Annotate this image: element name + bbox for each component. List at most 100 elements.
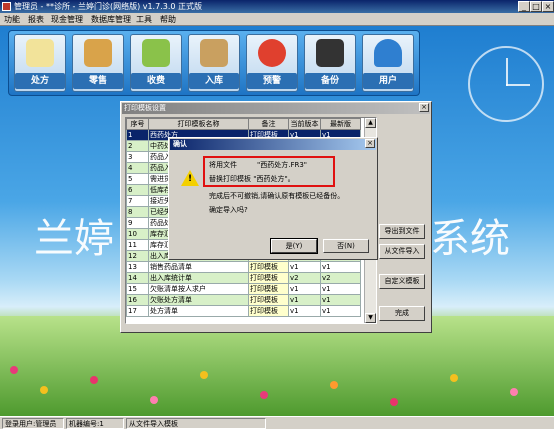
charge-button[interactable]: 收费 <box>130 34 182 92</box>
confirm-close-button[interactable]: × <box>365 139 375 148</box>
print-template-dialog-title: 打印模板设置 <box>122 103 430 114</box>
scroll-down-arrow-icon[interactable]: ▼ <box>365 313 376 323</box>
table-cell: v1 <box>288 283 321 295</box>
table-row[interactable]: 17 处方清单 打印模板 v1 v1 <box>126 305 361 317</box>
clock-decoration-icon <box>468 46 544 122</box>
table-cell: 9 <box>126 217 149 229</box>
alarm-clock-icon <box>258 39 286 67</box>
prescription-icon <box>26 39 54 67</box>
column-header-current-version[interactable]: 当前版本 <box>288 118 321 130</box>
table-cell: 打印模板 <box>248 261 289 273</box>
stock-in-label: 入库 <box>189 73 239 89</box>
table-cell: 销售药品清单 <box>148 261 249 273</box>
table-cell: v2 <box>320 272 361 284</box>
table-cell: 11 <box>126 239 149 251</box>
table-cell: v2 <box>288 272 321 284</box>
user-label: 用户 <box>363 73 413 89</box>
column-header-note[interactable]: 备注 <box>248 118 289 130</box>
table-row[interactable]: 14 出入库统计单 打印模板 v2 v2 <box>126 272 361 284</box>
stock-in-button[interactable]: 入库 <box>188 34 240 92</box>
table-cell: 打印模板 <box>248 294 289 306</box>
table-cell: 出入库统计单 <box>148 272 249 284</box>
table-cell: v1 <box>320 261 361 273</box>
main-toolbar: 处方 零售 收费 入库 预警 备份 用户 <box>8 30 420 96</box>
confirm-line3: 完成后不可撤销,请确认原有模板已经备份。 <box>209 192 345 200</box>
app-logo-icon <box>2 2 11 11</box>
table-row[interactable]: 13 销售药品清单 打印模板 v1 v1 <box>126 261 361 273</box>
table-cell: 打印模板 <box>248 272 289 284</box>
user-button[interactable]: 用户 <box>362 34 414 92</box>
table-cell: v1 <box>320 305 361 317</box>
prescription-button[interactable]: 处方 <box>14 34 66 92</box>
money-icon <box>142 39 170 67</box>
table-row[interactable]: 15 欠账清单按人求户 打印模板 v1 v1 <box>126 283 361 295</box>
table-cell: 15 <box>126 283 149 295</box>
background-brand-right: 系统 <box>430 216 510 262</box>
table-cell: v1 <box>320 283 361 295</box>
print-template-close-button[interactable]: × <box>419 103 429 112</box>
user-icon <box>374 39 402 67</box>
column-header-name[interactable]: 打印模板名称 <box>148 118 249 130</box>
menu-cash[interactable]: 现金管理 <box>51 14 83 25</box>
shopping-cart-icon <box>84 39 112 67</box>
table-cell: 6 <box>126 184 149 196</box>
menu-tools[interactable]: 工具 <box>136 14 152 25</box>
status-bar: 登录用户:管理员 机器编号:1 从文件导入模板 <box>0 416 554 429</box>
confirm-dialog: 确认 × ! 将用文件 "西药处方.FR3" 替换打印模板 "西药处方"。 完成… <box>168 137 378 260</box>
retail-label: 零售 <box>73 73 123 89</box>
table-cell: 2 <box>126 140 149 152</box>
column-header-index[interactable]: 序号 <box>126 118 149 130</box>
warning-mark: ! <box>188 174 193 184</box>
menu-report[interactable]: 报表 <box>28 14 44 25</box>
backup-label: 备份 <box>305 73 355 89</box>
minimize-button[interactable]: _ <box>518 1 530 12</box>
status-machine: 机器编号:1 <box>66 418 124 429</box>
no-button[interactable]: 否(N) <box>323 239 369 253</box>
done-button[interactable]: 完成 <box>379 306 425 321</box>
menu-help[interactable]: 帮助 <box>160 14 176 25</box>
confirm-line4: 确定导入吗? <box>209 206 248 214</box>
table-cell: 3 <box>126 151 149 163</box>
scroll-up-arrow-icon[interactable]: ▲ <box>365 118 376 128</box>
status-action: 从文件导入模板 <box>126 418 266 429</box>
close-button[interactable]: × <box>542 1 554 12</box>
alert-label: 预警 <box>247 73 297 89</box>
retail-button[interactable]: 零售 <box>72 34 124 92</box>
table-cell: 17 <box>126 305 149 317</box>
confirm-line1-label: 将用文件 <box>209 161 237 169</box>
prescription-label: 处方 <box>15 73 65 89</box>
status-user: 登录用户:管理员 <box>2 418 64 429</box>
confirm-line2: 替换打印模板 "西药处方"。 <box>209 175 295 183</box>
maximize-button[interactable]: □ <box>530 1 542 12</box>
table-cell: v1 <box>288 305 321 317</box>
column-header-latest-version[interactable]: 最新版 <box>320 118 361 130</box>
table-cell: 5 <box>126 173 149 185</box>
alert-button[interactable]: 预警 <box>246 34 298 92</box>
table-cell: 12 <box>126 250 149 262</box>
custom-template-button[interactable]: 自定义模板 <box>379 274 425 289</box>
table-cell: 13 <box>126 261 149 273</box>
table-cell: 16 <box>126 294 149 306</box>
menu-bar: 功能 报表 现金管理 数据库管理 工具 帮助 <box>0 13 554 26</box>
table-cell: 欠账清单按人求户 <box>148 283 249 295</box>
menu-function[interactable]: 功能 <box>4 14 20 25</box>
export-to-file-button[interactable]: 导出到文件 <box>379 224 425 239</box>
table-row[interactable]: 16 欠账处方清单 打印模板 v1 v1 <box>126 294 361 306</box>
table-cell: 1 <box>126 129 149 141</box>
table-cell: 打印模板 <box>248 305 289 317</box>
table-cell: 10 <box>126 228 149 240</box>
import-from-file-button[interactable]: 从文件导入 <box>379 244 425 259</box>
table-cell: v1 <box>320 294 361 306</box>
menu-database[interactable]: 数据库管理 <box>91 14 131 25</box>
table-cell: 打印模板 <box>248 283 289 295</box>
backup-button[interactable]: 备份 <box>304 34 356 92</box>
truck-icon <box>200 39 228 67</box>
table-cell: 4 <box>126 162 149 174</box>
table-cell: v1 <box>288 294 321 306</box>
title-bar: 管理员 - **诊所 - 兰婷门诊(网络版) v1.7.3.0 正式版 _ □ … <box>0 0 554 13</box>
window-title: 管理员 - **诊所 - 兰婷门诊(网络版) v1.7.3.0 正式版 <box>14 2 202 11</box>
yes-button[interactable]: 是(Y) <box>270 238 318 254</box>
charge-label: 收费 <box>131 73 181 89</box>
floppy-disk-icon <box>316 39 344 67</box>
confirm-line1-value: "西药处方.FR3" <box>257 161 308 169</box>
